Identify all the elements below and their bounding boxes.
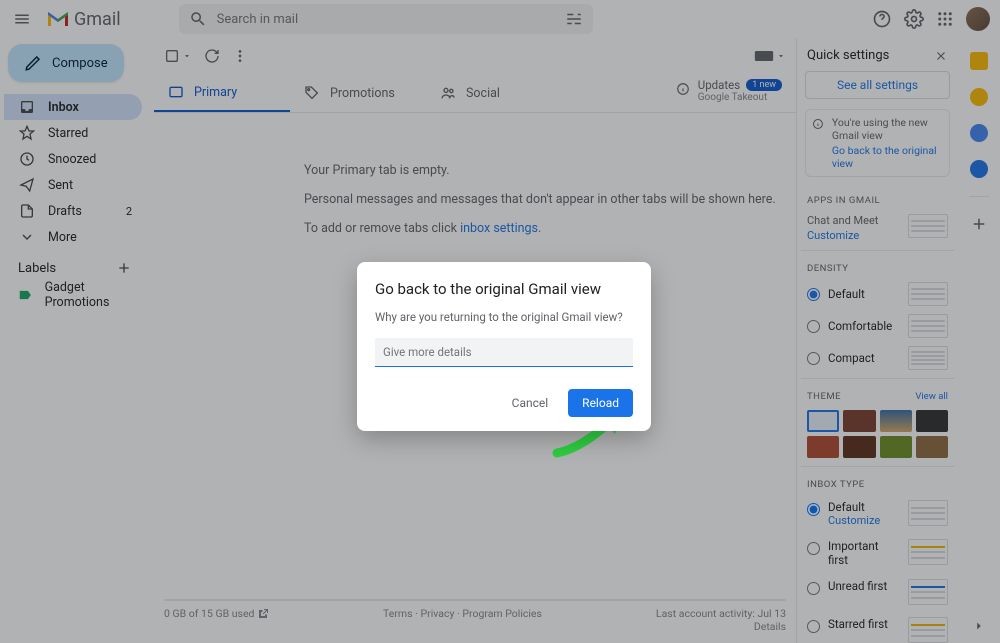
modal-question: Why are you returning to the original Gm… — [375, 310, 633, 324]
modal-details-input[interactable] — [375, 338, 633, 367]
modal-title: Go back to the original Gmail view — [375, 280, 633, 298]
cancel-button[interactable]: Cancel — [502, 389, 559, 417]
reload-button[interactable]: Reload — [568, 389, 633, 417]
go-back-modal: Go back to the original Gmail view Why a… — [357, 262, 651, 431]
